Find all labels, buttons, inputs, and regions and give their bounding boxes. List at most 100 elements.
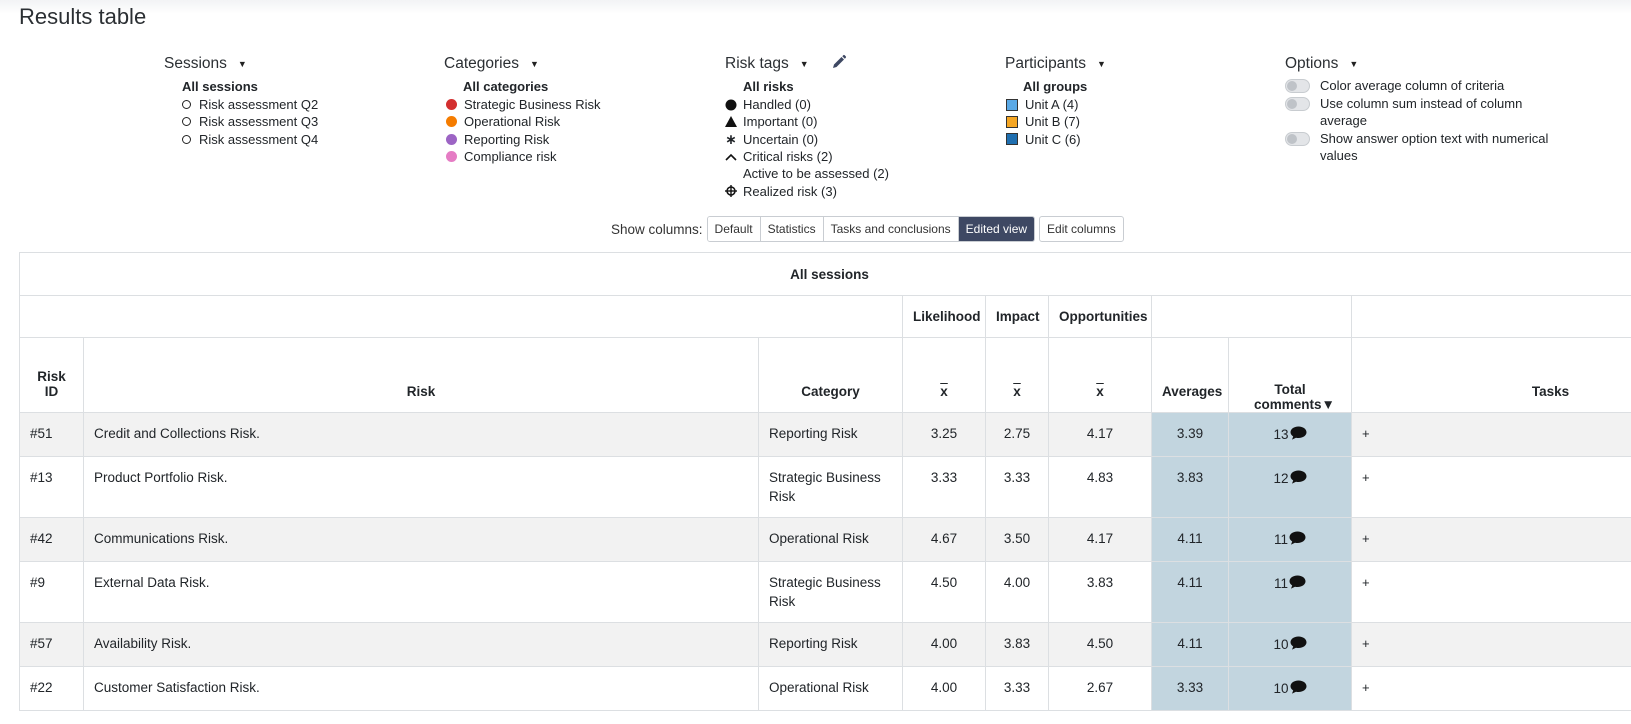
comment-bubble-icon[interactable] (1289, 575, 1306, 592)
comment-count: 10 (1273, 637, 1289, 652)
comments-cell[interactable]: 11 (1228, 517, 1352, 562)
add-task-icon[interactable]: + (1362, 470, 1370, 485)
risk-tag-option[interactable]: Important (0) (725, 113, 889, 130)
category-cell: Operational Risk (758, 666, 903, 711)
risk-tag-option[interactable]: Realized risk (3) (725, 182, 889, 199)
category-dot-icon (446, 99, 457, 111)
risk-tags-dropdown[interactable]: Risk tags ▼ (725, 55, 809, 73)
risk-name-cell[interactable]: Credit and Collections Risk. (83, 412, 759, 457)
participant-option[interactable]: Unit A (4) (1006, 96, 1106, 113)
edit-columns-button[interactable]: Edit columns (1039, 216, 1124, 242)
risk-tags-all[interactable]: All risks (743, 78, 889, 96)
add-task-cell[interactable]: + (1350, 412, 1631, 457)
impact-cell: 2.75 (985, 412, 1049, 457)
col-category[interactable]: Category (758, 337, 903, 413)
comment-bubble-icon[interactable] (1290, 636, 1307, 653)
options-dropdown[interactable]: Options ▼ (1285, 53, 1560, 75)
session-option[interactable]: Risk assessment Q2 (182, 96, 318, 113)
risk-name-cell[interactable]: Product Portfolio Risk. (83, 456, 759, 518)
add-task-cell[interactable]: + (1350, 622, 1631, 667)
comments-cell[interactable]: 10 (1228, 622, 1352, 667)
participant-option[interactable]: Unit B (7) (1006, 113, 1106, 130)
add-task-icon[interactable]: + (1362, 636, 1370, 651)
average-cell: 4.11 (1151, 561, 1229, 623)
likelihood-cell: 3.25 (902, 412, 986, 457)
participant-option[interactable]: Unit C (6) (1006, 131, 1106, 148)
view-edited-button[interactable]: Edited view (958, 217, 1035, 241)
group-color-icon (1006, 133, 1018, 146)
table-row[interactable]: #9 External Data Risk. Strategic Business … (19, 561, 1631, 623)
session-option[interactable]: Risk assessment Q3 (182, 113, 318, 130)
participants-all[interactable]: All groups (1023, 78, 1106, 96)
add-task-cell[interactable]: + (1350, 561, 1631, 623)
risk-name-cell[interactable]: Availability Risk. (83, 622, 759, 667)
triangle-icon (725, 116, 737, 128)
category-option[interactable]: Strategic Business Risk (446, 96, 601, 113)
sessions-all[interactable]: All sessions (182, 78, 318, 96)
comments-cell[interactable]: 13 (1228, 412, 1352, 457)
col-tasks[interactable]: Tasks (1350, 337, 1631, 413)
add-task-icon[interactable]: + (1362, 531, 1370, 546)
criteria-opportunities: Opportunities (1048, 295, 1152, 338)
add-task-icon[interactable]: + (1362, 426, 1370, 441)
crosshair-icon (725, 185, 737, 198)
col-risk[interactable]: Risk (83, 337, 759, 413)
col-averages[interactable]: Averages (1151, 337, 1229, 413)
col-total-comments[interactable]: Total comments▼ (1228, 337, 1352, 413)
add-task-cell[interactable]: + (1350, 666, 1631, 711)
radio-icon[interactable] (182, 117, 191, 127)
opportunities-cell: 4.17 (1048, 412, 1152, 457)
category-option[interactable]: Operational Risk (446, 113, 601, 130)
sessions-label: Sessions (164, 55, 227, 72)
category-option[interactable]: Compliance risk (446, 148, 601, 165)
toggle-switch[interactable] (1285, 132, 1310, 146)
table-row[interactable]: #42 Communications Risk. Operational Risk 4… (19, 517, 1631, 562)
session-option[interactable]: Risk assessment Q4 (182, 131, 318, 148)
add-task-cell[interactable]: + (1350, 517, 1631, 562)
view-tasks-button[interactable]: Tasks and conclusions (823, 217, 959, 241)
add-task-icon[interactable]: + (1362, 575, 1370, 590)
header-blank (1350, 295, 1631, 338)
comment-bubble-icon[interactable] (1290, 680, 1307, 697)
categories-dropdown[interactable]: Categories ▼ (444, 53, 601, 75)
pencil-icon[interactable] (831, 54, 847, 75)
add-task-icon[interactable]: + (1362, 680, 1370, 695)
radio-icon[interactable] (182, 100, 191, 110)
toggle-switch[interactable] (1285, 79, 1310, 93)
comments-cell[interactable]: 12 (1228, 456, 1352, 518)
col-impact-mean[interactable]: x (985, 337, 1049, 413)
sessions-dropdown[interactable]: Sessions ▼ (164, 53, 318, 75)
risk-name-cell[interactable]: External Data Risk. (83, 561, 759, 623)
table-row[interactable]: #51 Credit and Collections Risk. Reporting… (19, 412, 1631, 457)
table-row[interactable]: #13 Product Portfolio Risk. Strategic Busi… (19, 456, 1631, 518)
comment-bubble-icon[interactable] (1290, 470, 1307, 487)
table-row[interactable]: #57 Availability Risk. Reporting Risk 4.00 3… (19, 622, 1631, 667)
radio-icon[interactable] (182, 134, 191, 144)
add-task-cell[interactable]: + (1350, 456, 1631, 518)
risk-tag-option[interactable]: Active to be assessed (2) (725, 165, 889, 182)
risk-tag-option[interactable]: Critical risks (2) (725, 148, 889, 165)
comments-cell[interactable]: 11 (1228, 561, 1352, 623)
view-statistics-button[interactable]: Statistics (760, 217, 824, 241)
categories-all[interactable]: All categories (463, 78, 601, 96)
col-risk-id[interactable]: Risk ID (19, 337, 84, 413)
col-opportunities-mean[interactable]: x (1048, 337, 1152, 413)
comment-bubble-icon[interactable] (1289, 531, 1306, 548)
category-cell: Operational Risk (758, 517, 903, 562)
sessions-filter: Sessions ▼ All sessions Risk assessment … (164, 53, 318, 148)
comment-bubble-icon[interactable] (1290, 426, 1307, 443)
risk-name-cell[interactable]: Customer Satisfaction Risk. (83, 666, 759, 711)
table-row[interactable]: #22 Customer Satisfaction Risk. Operationa… (19, 666, 1631, 711)
categories-label: Categories (444, 55, 519, 72)
risk-tag-option[interactable]: ∗ Uncertain (0) (725, 131, 889, 148)
average-cell: 4.11 (1151, 622, 1229, 667)
toggle-switch[interactable] (1285, 97, 1310, 111)
risk-tag-option[interactable]: Handled (0) (725, 96, 889, 113)
category-option[interactable]: Reporting Risk (446, 131, 601, 148)
risk-id-cell: #13 (19, 456, 84, 518)
view-default-button[interactable]: Default (707, 217, 761, 241)
comments-cell[interactable]: 10 (1228, 666, 1352, 711)
col-likelihood-mean[interactable]: x (902, 337, 986, 413)
participants-dropdown[interactable]: Participants ▼ (1005, 53, 1106, 75)
risk-name-cell[interactable]: Communications Risk. (83, 517, 759, 562)
